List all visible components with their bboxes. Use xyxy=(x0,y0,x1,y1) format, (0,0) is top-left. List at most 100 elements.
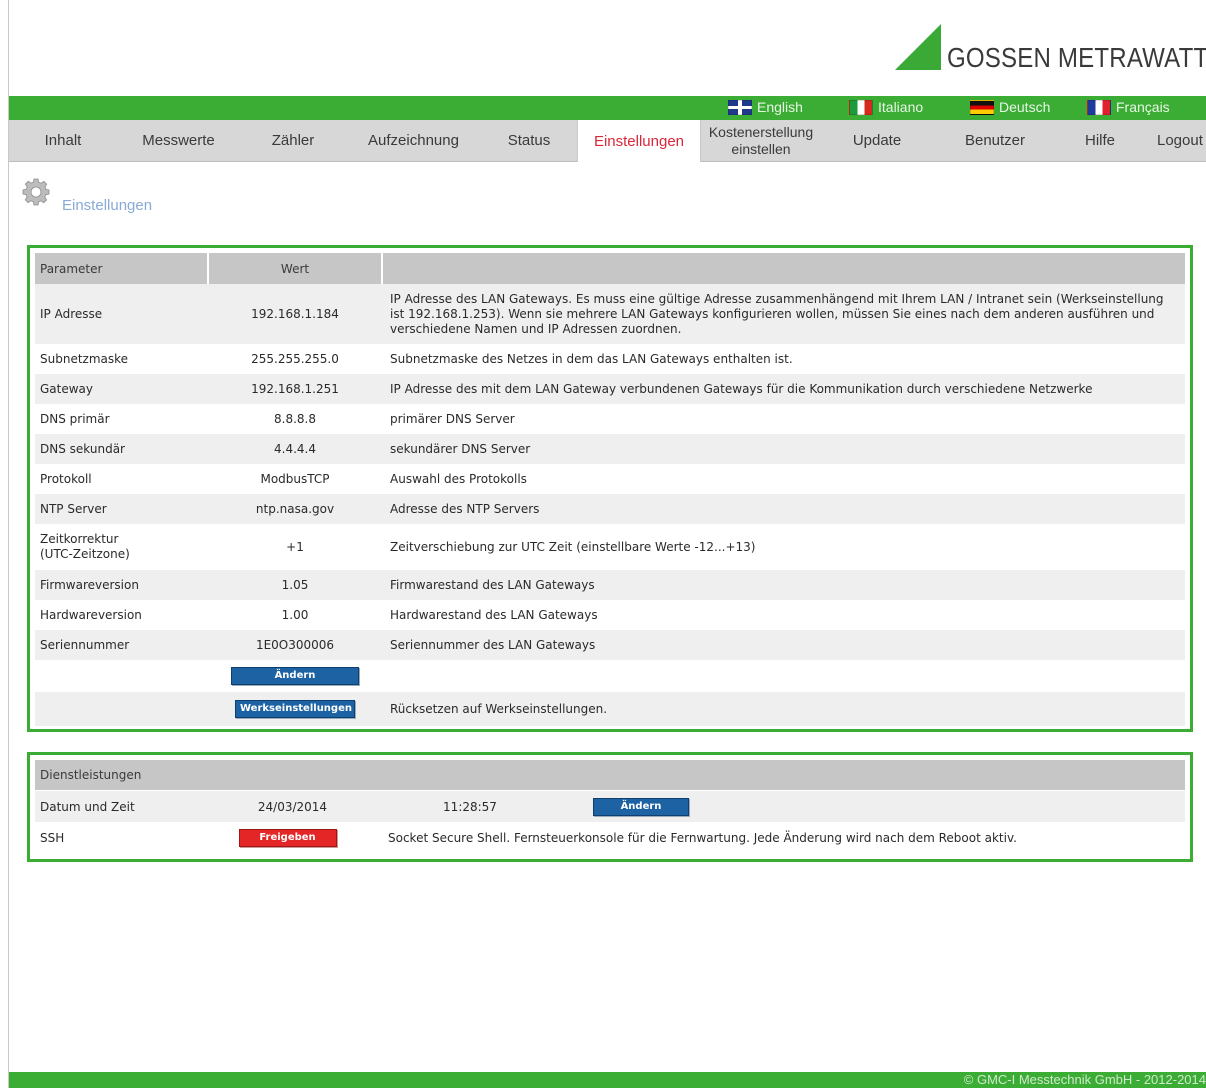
param-value: 192.168.1.184 xyxy=(251,307,339,321)
table-row: Hardwareversion 1.00 Hardwarestand des L… xyxy=(35,600,1185,630)
table-row: Ändern xyxy=(35,660,1185,692)
table-row: Protokoll ModbusTCP Auswahl des Protokol… xyxy=(35,464,1185,494)
param-description: Adresse des NTP Servers xyxy=(390,501,540,516)
ssh-enable-button[interactable]: Freigeben xyxy=(238,829,337,847)
table-row: Gateway 192.168.1.251 IP Adresse des mit… xyxy=(35,374,1185,404)
header-parameter: Parameter xyxy=(40,261,103,276)
services-header-label: Dienstleistungen xyxy=(40,768,142,782)
table-row: Zeitkorrektur (UTC-Zeitzone) +1 Zeitvers… xyxy=(35,524,1185,570)
nav-hilfe[interactable]: Hilfe xyxy=(1057,120,1143,161)
factory-reset-description: Rücksetzen auf Werkseinstellungen. xyxy=(390,701,608,716)
param-label: IP Adresse xyxy=(40,307,103,321)
table-row: Datum und Zeit 24/03/2014 11:28:57 Änder… xyxy=(35,791,1185,822)
services-header: Dienstleistungen xyxy=(35,760,1185,790)
ssh-label: SSH xyxy=(40,831,65,845)
param-value: 4.4.4.4 xyxy=(274,442,316,456)
table-row: DNS primär 8.8.8.8 primärer DNS Server xyxy=(35,404,1185,434)
table-row: Firmwareversion 1.05 Firmwarestand des L… xyxy=(35,570,1185,600)
param-label: Gateway xyxy=(40,382,94,396)
param-value: ntp.nasa.gov xyxy=(255,502,335,516)
param-value: 1.00 xyxy=(281,608,309,622)
header-description xyxy=(390,253,1180,284)
table-row: Werkseinstellungen Rücksetzen auf Werkse… xyxy=(35,692,1185,726)
language-francais-link[interactable]: Français xyxy=(1087,99,1170,115)
param-label: NTP Server xyxy=(40,502,107,516)
param-label: Zeitkorrektur (UTC-Zeitzone) xyxy=(40,532,130,561)
logo-triangle-icon xyxy=(895,24,941,70)
param-description: Subnetzmaske des Netzes in dem das LAN G… xyxy=(390,351,793,366)
nav-einstellungen[interactable]: Einstellungen xyxy=(577,120,701,162)
language-english-link[interactable]: English xyxy=(728,99,803,115)
param-value: 8.8.8.8 xyxy=(274,412,316,426)
param-value: 1E0O300006 xyxy=(255,638,335,652)
language-label: Deutsch xyxy=(999,99,1051,115)
nav-kostenerstellung[interactable]: Kostenerstellung einstellen xyxy=(701,120,821,161)
nav-status[interactable]: Status xyxy=(481,120,577,161)
table-row: DNS sekundär 4.4.4.4 sekundärer DNS Serv… xyxy=(35,434,1185,464)
language-deutsch-link[interactable]: Deutsch xyxy=(970,99,1050,115)
language-bar: English Italiano Deutsch Français xyxy=(9,96,1206,120)
datetime-button-cell: Ändern xyxy=(593,791,689,822)
italy-flag-icon xyxy=(849,99,873,115)
table-row: Seriennummer 1E0O300006 Seriennummer des… xyxy=(35,630,1185,660)
uk-flag-icon xyxy=(728,99,752,115)
page-title: Einstellungen xyxy=(62,197,153,214)
settings-panel: Parameter Wert IP Adresse 192.168.1.184 … xyxy=(27,245,1193,732)
param-value: +1 xyxy=(286,540,304,554)
ssh-button-cell: Freigeben xyxy=(205,822,370,854)
datetime-label: Datum und Zeit xyxy=(40,799,135,814)
table-row: IP Adresse 192.168.1.184 IP Adresse des … xyxy=(35,284,1185,344)
copyright-text: © GMC-I Messtechnik GmbH - 2012-2014 xyxy=(963,1072,1206,1087)
language-label: Français xyxy=(1116,99,1170,115)
param-description: Zeitverschiebung zur UTC Zeit (einstellb… xyxy=(390,539,756,554)
factory-reset-button[interactable]: Werkseinstellungen xyxy=(235,700,355,718)
nav-inhalt[interactable]: Inhalt xyxy=(9,120,117,161)
param-value: 255.255.255.0 xyxy=(251,352,339,366)
nav-aufzeichnung[interactable]: Aufzeichnung xyxy=(346,120,481,161)
nav-logout[interactable]: Logout xyxy=(1143,120,1206,161)
change-datetime-button[interactable]: Ändern xyxy=(593,797,689,816)
param-description: sekundärer DNS Server xyxy=(390,441,531,456)
param-value: ModbusTCP xyxy=(260,472,330,486)
param-value: 192.168.1.251 xyxy=(251,382,339,396)
ssh-description: Socket Secure Shell. Fernsteuerkonsole f… xyxy=(388,830,1017,845)
param-description: IP Adresse des LAN Gateways. Es muss ein… xyxy=(390,291,1164,336)
change-settings-button[interactable]: Ändern xyxy=(231,667,359,685)
param-description: Firmwarestand des LAN Gateways xyxy=(390,577,595,592)
param-label: Hardwareversion xyxy=(40,608,142,622)
param-label: Seriennummer xyxy=(40,638,130,652)
france-flag-icon xyxy=(1087,99,1111,115)
time-value: 11:28:57 xyxy=(443,799,497,814)
brand-name: GOSSEN METRAWATT xyxy=(947,42,1206,73)
param-description: Auswahl des Protokolls xyxy=(390,471,527,486)
nav-zaehler[interactable]: Zähler xyxy=(240,120,346,161)
table-row: Subnetzmaske 255.255.255.0 Subnetzmaske … xyxy=(35,344,1185,374)
table-row: NTP Server ntp.nasa.gov Adresse des NTP … xyxy=(35,494,1185,524)
nav-kostenerstellung-label: Kostenerstellung einstellen xyxy=(708,123,814,157)
language-italiano-link[interactable]: Italiano xyxy=(849,99,923,115)
param-label: DNS sekundär xyxy=(40,442,125,456)
change-button-cell: Ändern xyxy=(210,660,380,692)
header-value: Wert xyxy=(280,261,310,276)
param-label: DNS primär xyxy=(40,412,110,426)
nav-update[interactable]: Update xyxy=(821,120,933,161)
settings-table-header: Parameter Wert xyxy=(35,253,1185,284)
services-panel: Dienstleistungen Datum und Zeit 24/03/20… xyxy=(27,752,1193,862)
param-description: Hardwarestand des LAN Gateways xyxy=(390,607,598,622)
param-value: 1.05 xyxy=(281,578,309,592)
gear-icon xyxy=(22,178,50,206)
language-label: Italiano xyxy=(878,99,924,115)
nav-messwerte[interactable]: Messwerte xyxy=(117,120,240,161)
param-label: Subnetzmaske xyxy=(40,352,129,366)
nav-benutzer[interactable]: Benutzer xyxy=(933,120,1057,161)
germany-flag-icon xyxy=(970,99,994,115)
language-label: English xyxy=(757,99,803,115)
param-label: Protokoll xyxy=(40,472,92,486)
date-value: 24/03/2014 xyxy=(257,799,328,814)
param-description: Seriennummer des LAN Gateways xyxy=(390,637,596,652)
footer-bar: © GMC-I Messtechnik GmbH - 2012-2014 xyxy=(9,1072,1206,1088)
table-row: SSH Freigeben Socket Secure Shell. Ferns… xyxy=(35,822,1185,854)
param-description: primärer DNS Server xyxy=(390,411,515,426)
param-description: IP Adresse des mit dem LAN Gateway verbu… xyxy=(390,381,1093,396)
factory-button-cell: Werkseinstellungen xyxy=(210,692,380,726)
